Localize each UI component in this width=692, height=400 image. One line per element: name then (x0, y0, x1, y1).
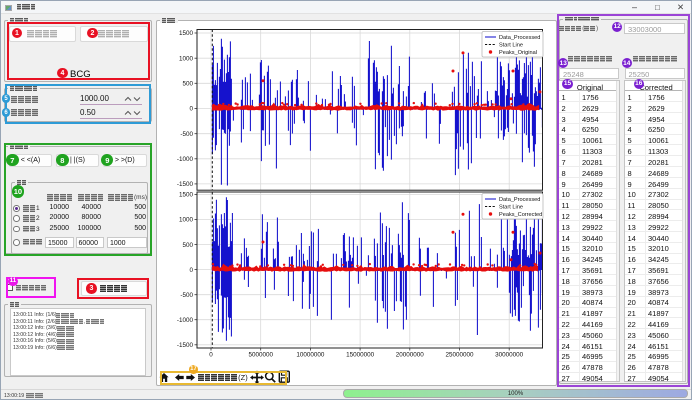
svg-text:0: 0 (189, 106, 193, 113)
svg-text:1500: 1500 (179, 192, 194, 199)
svg-text:Peaks_Corrected: Peaks_Corrected (499, 212, 542, 218)
svg-text:500: 500 (182, 242, 193, 249)
svg-text:15000000: 15000000 (346, 352, 375, 359)
svg-text:20000000: 20000000 (396, 352, 425, 359)
svg-text:1000: 1000 (179, 217, 194, 224)
svg-text:30000000: 30000000 (495, 352, 524, 359)
svg-text:1000: 1000 (179, 55, 194, 62)
svg-text:Data_Processed: Data_Processed (499, 35, 540, 41)
svg-text:-500: -500 (180, 131, 193, 138)
svg-text:25000000: 25000000 (445, 352, 474, 359)
svg-text:Data_Processed: Data_Processed (499, 197, 540, 203)
svg-text:-500: -500 (180, 292, 193, 299)
svg-text:5000000: 5000000 (248, 352, 273, 359)
svg-text:0: 0 (189, 267, 193, 274)
svg-text:Start Line: Start Line (499, 43, 523, 49)
svg-text:-1500: -1500 (177, 342, 194, 349)
svg-text:1500: 1500 (179, 30, 194, 37)
svg-text:0: 0 (209, 352, 213, 359)
svg-text:Start Line: Start Line (499, 205, 523, 211)
svg-text:-1000: -1000 (177, 156, 194, 163)
svg-text:-1500: -1500 (177, 181, 194, 188)
svg-text:-1000: -1000 (177, 317, 194, 324)
svg-text:10000000: 10000000 (296, 352, 325, 359)
svg-text:500: 500 (182, 81, 193, 88)
svg-text:Peaks_Original: Peaks_Original (499, 50, 537, 56)
